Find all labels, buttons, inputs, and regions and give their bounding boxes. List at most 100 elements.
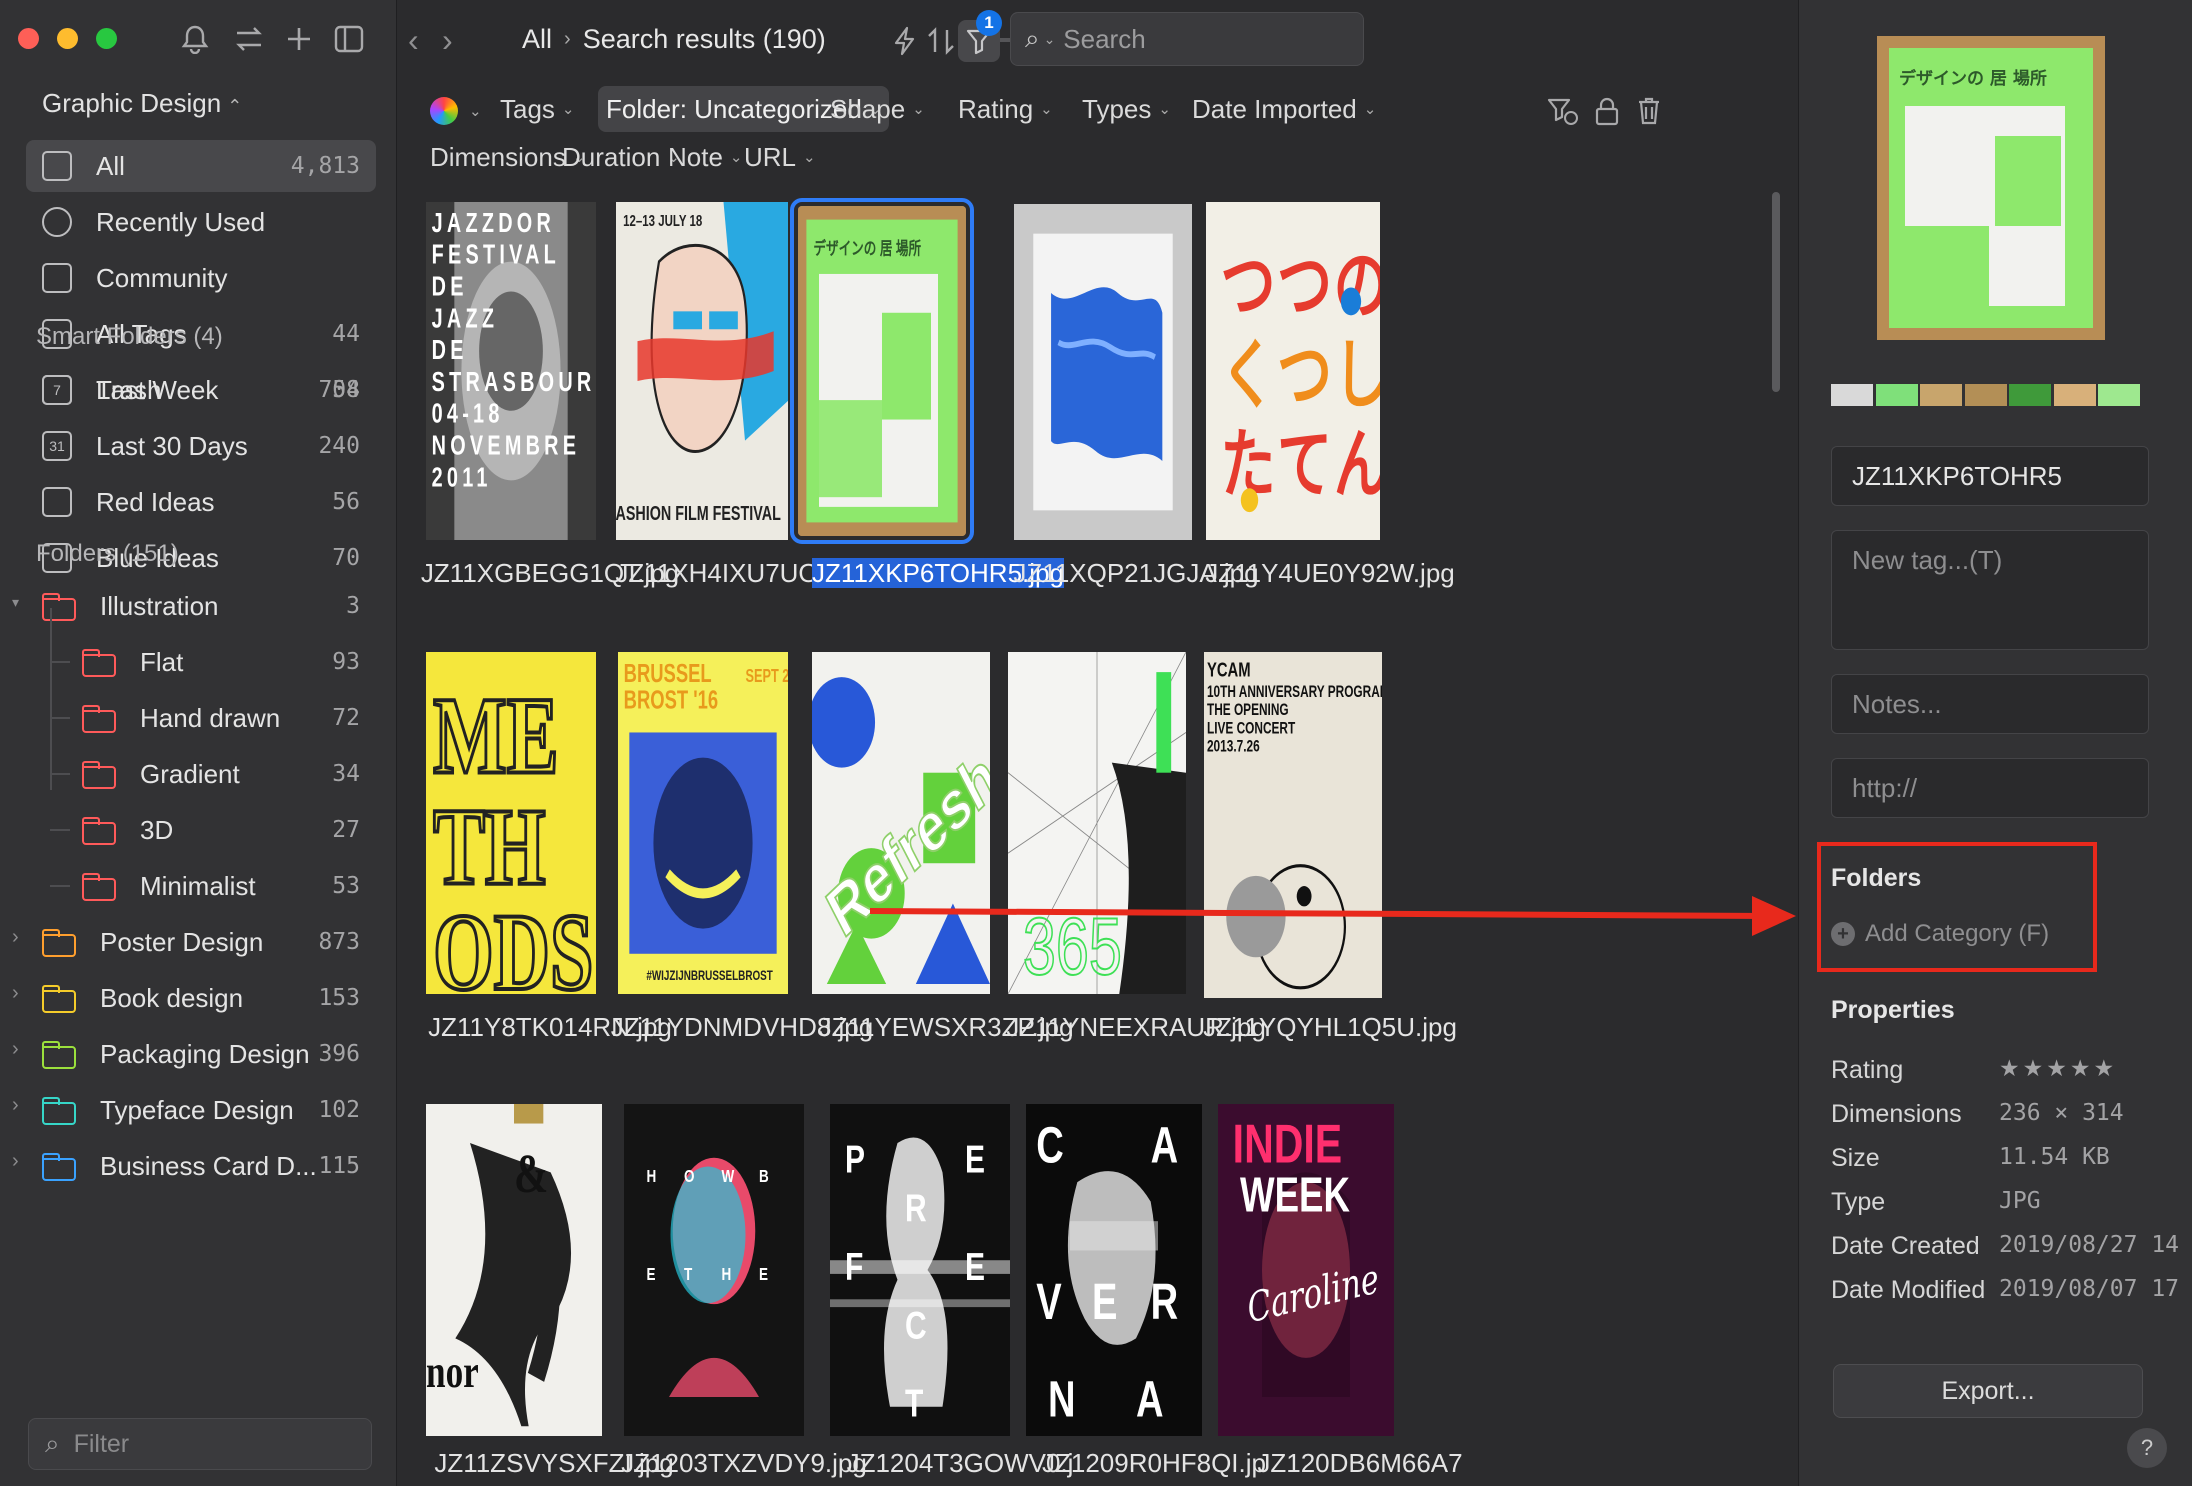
property-key: Dimensions <box>1831 1100 1962 1128</box>
filter-chip-tags[interactable]: Tags ⌄ <box>492 86 583 132</box>
sidebar-item-all[interactable]: All 4,813 <box>26 140 376 192</box>
grid-thumbnail[interactable] <box>1014 204 1192 540</box>
folder-count: 873 <box>318 929 360 955</box>
grid-thumbnail[interactable]: H O W B E T H E <box>624 1104 804 1436</box>
help-button[interactable]: ? <box>2127 1428 2167 1468</box>
grid-thumbnail[interactable]: JAZZDORFESTIVALDEJAZZDESTRASBOURG04-18NO… <box>426 202 596 540</box>
folder-business-card-d-[interactable]: Business Card D... 115 <box>26 1140 376 1192</box>
chevron-right-icon[interactable]: › <box>12 1150 19 1173</box>
library-switcher[interactable]: Graphic Design ⌃ <box>42 88 242 119</box>
sort-icon[interactable] <box>920 20 962 62</box>
folder-poster-design[interactable]: Poster Design 873 <box>26 916 376 968</box>
smart-folders-header[interactable]: Smart Folders (4) <box>36 323 223 351</box>
grid-scrollbar[interactable] <box>1772 192 1780 392</box>
folder-minimalist[interactable]: Minimalist 53 <box>66 860 376 912</box>
preview-art: デザインの 居 場所 <box>1877 36 2105 340</box>
search-field[interactable]: ⌕ ⌄ <box>1010 12 1364 66</box>
grid-thumbnail[interactable]: 365 <box>1008 652 1186 994</box>
grid-thumbnail[interactable]: 12–13 JULY 18 BERLIN FASHION FILM FESTIVA… <box>616 202 788 540</box>
grid-thumbnail[interactable]: デザインの 居 場所 <box>790 198 974 544</box>
forward-arrow-icon[interactable]: › <box>442 22 453 59</box>
folder-book-design[interactable]: Book design 153 <box>26 972 376 1024</box>
color-filter-chevron[interactable]: ⌄ <box>458 88 486 134</box>
filter-input[interactable] <box>73 1429 354 1459</box>
trash-icon[interactable] <box>1628 90 1670 132</box>
grid-thumbnail[interactable]: BRUSSELBROST '16 SEPT 29 #WIJZIJNBRUSSELBR… <box>618 652 788 994</box>
calendar-day: 31 <box>49 438 65 454</box>
chevron-right-icon[interactable]: › <box>12 1038 19 1061</box>
name-field[interactable]: JZ11XKP6TOHR5 <box>1831 446 2149 506</box>
grid-thumbnail[interactable]: INDIE WEEK Caroline <box>1218 1104 1394 1436</box>
color-swatch[interactable] <box>1964 384 2007 406</box>
smart-folder-red-ideas[interactable]: Red Ideas 56 <box>26 476 376 528</box>
folder-flat[interactable]: Flat 93 <box>66 636 376 688</box>
rating-stars[interactable]: ★★★★★ <box>1999 1056 2181 1085</box>
color-swatch[interactable] <box>1920 384 1962 406</box>
smart-folder-last-week[interactable]: 7 Last Week 54 <box>26 364 376 416</box>
folders-header[interactable]: Folders (151) <box>36 540 179 568</box>
sidebar-item-community[interactable]: Community <box>26 252 376 304</box>
thumbnail-art-text: B <box>759 1168 769 1187</box>
folder-packaging-design[interactable]: Packaging Design 396 <box>26 1028 376 1080</box>
color-swatch[interactable] <box>2098 384 2140 406</box>
chevron-down-icon[interactable]: ⌄ <box>1044 31 1056 48</box>
preview-image[interactable]: デザインの 居 場所 <box>1877 36 2105 340</box>
filter-chip-shape[interactable]: Shape ⌄ <box>822 86 933 132</box>
export-button[interactable]: Export... <box>1833 1364 2143 1418</box>
plus-icon[interactable] <box>282 22 316 56</box>
folder-illustration[interactable]: Illustration 3 <box>26 580 376 632</box>
filter-chip-date-imported[interactable]: Date Imported ⌄ <box>1184 86 1384 132</box>
grid-thumbnail[interactable]: つつの くつし たてん <box>1206 202 1380 540</box>
grid-filename[interactable]: JZ120DB6M66A7 <box>1225 1446 1495 1481</box>
color-swatch[interactable] <box>1875 384 1918 406</box>
color-swatch[interactable] <box>2053 384 2096 406</box>
folder-hand-drawn[interactable]: Hand drawn 72 <box>66 692 376 744</box>
color-swatch[interactable] <box>2009 384 2051 406</box>
add-category-button[interactable]: + Add Category (F) <box>1831 920 2049 948</box>
bell-icon[interactable] <box>178 22 212 56</box>
folder-3d[interactable]: 3D 27 <box>66 804 376 856</box>
folder-gradient[interactable]: Gradient 34 <box>66 748 376 800</box>
breadcrumb-root[interactable]: All <box>522 24 552 55</box>
lock-icon[interactable] <box>1586 90 1628 132</box>
grid-thumbnail[interactable]: ME TH ODS <box>426 652 596 994</box>
grid-filename[interactable]: JZ11Y4UE0Y92W.jpg <box>1195 556 1465 591</box>
sidebar-toggle-icon[interactable] <box>332 22 366 56</box>
chevron-right-icon: › <box>564 28 571 50</box>
close-window-button[interactable] <box>18 28 39 49</box>
search-input[interactable] <box>1063 23 1324 55</box>
grid-thumbnail[interactable]: C A VER N A <box>1026 1104 1202 1436</box>
sidebar-filter[interactable]: ⌕ <box>28 1418 372 1470</box>
chevron-right-icon[interactable]: › <box>12 926 19 949</box>
url-input[interactable]: http:// <box>1831 758 2149 818</box>
chevron-down-icon[interactable]: ▾ <box>12 594 19 611</box>
chevron-right-icon[interactable]: › <box>12 982 19 1005</box>
thumbnail-art-text: A <box>1151 1116 1179 1174</box>
grid-thumbnail[interactable]: PERFECT <box>830 1104 1010 1436</box>
color-filter-wheel-icon[interactable] <box>430 97 458 125</box>
folder-typeface-design[interactable]: Typeface Design 102 <box>26 1084 376 1136</box>
chevron-right-icon[interactable]: › <box>12 1094 19 1117</box>
notes-input[interactable]: Notes... <box>1831 674 2149 734</box>
library-name: Graphic Design <box>42 88 222 118</box>
color-swatch[interactable] <box>1831 384 1873 406</box>
minimize-window-button[interactable] <box>57 28 78 49</box>
smart-folder-label: Red Ideas <box>96 486 215 517</box>
filter-chip-rating[interactable]: Rating ⌄ <box>950 86 1061 132</box>
filter-chip-types[interactable]: Types ⌄ <box>1074 86 1179 132</box>
sidebar-item-recently-used[interactable]: Recently Used <box>26 196 376 248</box>
grid-filename[interactable]: JZ11YQYHL1Q5U.jpg <box>1195 1010 1465 1045</box>
filter-chip-url[interactable]: URL ⌄ <box>736 134 824 180</box>
grid-thumbnail[interactable]: YCAM 10TH ANNIVERSARY PROGRAM THE OPENING L… <box>1204 652 1382 998</box>
grid-thumbnail[interactable]: & nor <box>426 1104 602 1436</box>
back-arrow-icon[interactable]: ‹ <box>408 22 419 59</box>
grid-thumbnail[interactable]: Refresh <box>812 652 990 994</box>
tag-input[interactable]: New tag...(T) <box>1831 530 2149 650</box>
thumbnail-art: 12–13 JULY 18 BERLIN FASHION FILM FESTIVA… <box>616 202 788 540</box>
smart-folder-last-30-days[interactable]: 31 Last 30 Days 240 <box>26 420 376 472</box>
clear-filter-icon[interactable] <box>1542 90 1584 132</box>
add-category-label: Add Category (F) <box>1865 920 2050 947</box>
zoom-window-button[interactable] <box>96 28 117 49</box>
swap-icon[interactable] <box>232 22 266 56</box>
smart-folder-count: 70 <box>332 545 360 571</box>
